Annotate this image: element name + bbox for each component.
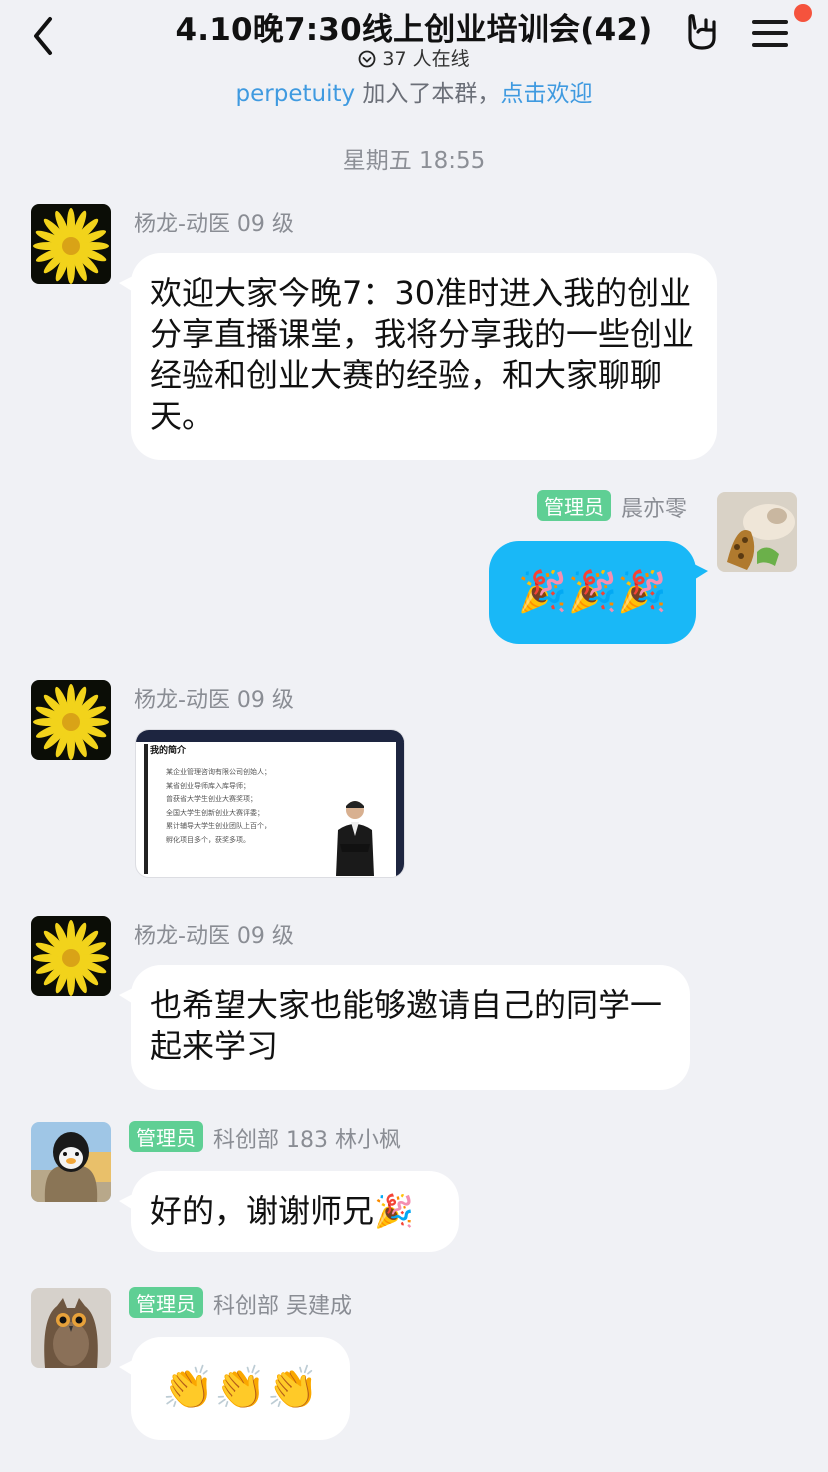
welcome-link[interactable]: 点击欢迎 bbox=[500, 81, 592, 107]
sunflower-avatar-image bbox=[31, 204, 111, 284]
clapping-emojis: 👏👏👏 bbox=[162, 1363, 319, 1412]
sender-line: 管理员 科创部 183 林小枫 bbox=[129, 1121, 401, 1154]
sender-name[interactable]: 杨龙-动医 09 级 bbox=[134, 682, 294, 714]
message-bubble-own[interactable]: 🎉🎉🎉 bbox=[489, 541, 708, 644]
message-bubble[interactable]: 也希望大家也能够邀请自己的同学一起来学习 bbox=[119, 965, 690, 1090]
image-message[interactable]: 我的简介 某企业管理咨询有限公司创始人； 某省创业导师库入库导师； 曾获省大学生… bbox=[135, 729, 405, 878]
online-check-icon bbox=[358, 50, 376, 68]
admin-tag: 管理员 bbox=[129, 1287, 203, 1318]
sender-name[interactable]: 科创部 吴建成 bbox=[213, 1294, 352, 1319]
message-bubble[interactable]: 👏👏👏 bbox=[119, 1337, 350, 1440]
dog-avatar-image bbox=[717, 492, 797, 572]
online-count-text: 37 人在线 bbox=[382, 48, 470, 70]
avatar-sunflower[interactable] bbox=[31, 680, 111, 760]
presenter-figure bbox=[336, 801, 374, 876]
menu-icon[interactable] bbox=[752, 16, 790, 50]
slide-line: 孵化项目多个，获奖多项。 bbox=[166, 835, 250, 844]
chat-timestamp: 星期五 18:55 bbox=[342, 148, 486, 174]
avatar-dog[interactable] bbox=[717, 492, 797, 572]
sunflower-avatar-image bbox=[31, 680, 111, 760]
slide-line: 累计辅导大学生创业团队上百个， bbox=[166, 822, 271, 830]
avatar-sunflower[interactable] bbox=[31, 204, 111, 284]
sender-name[interactable]: 杨龙-动医 09 级 bbox=[134, 206, 294, 238]
sender-line: 管理员 科创部 吴建成 bbox=[129, 1287, 352, 1320]
slide-side-bar bbox=[396, 730, 404, 877]
party-popper-emojis: 🎉🎉🎉 bbox=[517, 569, 668, 615]
avatar-penguin[interactable] bbox=[31, 1122, 111, 1202]
slide-line: 全国大学生创新创业大赛评委； bbox=[166, 808, 264, 817]
message-bubble[interactable]: 欢迎大家今晚7：30准时进入我的创业分享直播课堂，我将分享我的一些创业经验和创业… bbox=[119, 253, 717, 460]
sender-name[interactable]: 晨亦零 bbox=[621, 497, 687, 522]
slide-title: 我的简介 bbox=[150, 746, 187, 756]
joined-user-name[interactable]: perpetuity bbox=[236, 81, 356, 107]
slide-top-bar bbox=[136, 730, 404, 742]
sender-name[interactable]: 科创部 183 林小枫 bbox=[213, 1128, 401, 1153]
notification-dot bbox=[794, 4, 812, 22]
message-bubble[interactable]: 好的，谢谢师兄🎉 bbox=[119, 1171, 459, 1252]
avatar-sunflower[interactable] bbox=[31, 916, 111, 996]
rock-hand-icon[interactable] bbox=[682, 12, 722, 52]
join-text: 加入了本群， bbox=[355, 81, 501, 107]
sender-name[interactable]: 杨龙-动医 09 级 bbox=[134, 918, 294, 950]
admin-tag: 管理员 bbox=[536, 490, 611, 521]
slide-text: 某企业管理咨询有限公司创始人； 某省创业导师库入库导师； 曾获省大学生创业大赛奖… bbox=[166, 766, 346, 847]
avatar-owl[interactable] bbox=[31, 1288, 111, 1368]
slide-left-rule bbox=[144, 744, 148, 874]
sunflower-avatar-image bbox=[31, 916, 111, 996]
sender-line-right: 管理员 晨亦零 bbox=[536, 490, 687, 523]
slide-line: 某省创业导师库入库导师； bbox=[166, 781, 250, 790]
owl-avatar-image bbox=[31, 1288, 111, 1368]
admin-tag: 管理员 bbox=[129, 1121, 203, 1152]
penguin-avatar-image bbox=[31, 1122, 111, 1202]
join-notice: perpetuity 加入了本群，点击欢迎 bbox=[0, 74, 828, 108]
slide-line: 某企业管理咨询有限公司创始人； bbox=[166, 768, 271, 776]
slide-line: 曾获省大学生创业大赛奖项； bbox=[166, 795, 257, 803]
